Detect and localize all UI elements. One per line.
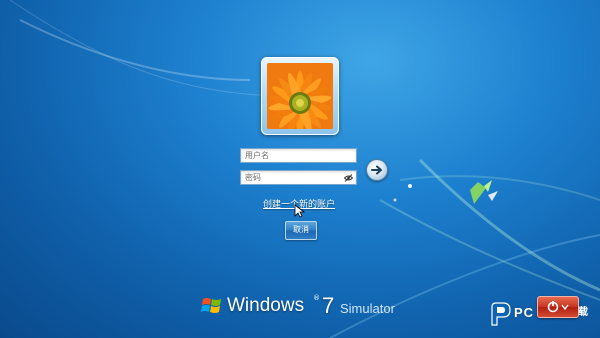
login-screen: 用户名 密码 创建一个新的账户 取消 Windows ® 7 Simulator…: [0, 0, 600, 338]
username-input[interactable]: 用户名: [240, 148, 357, 163]
arrow-right-icon: [371, 165, 382, 175]
cancel-button[interactable]: 取消: [285, 221, 317, 240]
windows-flag-icon: [201, 298, 221, 313]
user-avatar: [261, 57, 339, 135]
brand-suffix: Simulator: [340, 301, 395, 316]
login-panel: 用户名 密码 创建一个新的账户 取消: [0, 0, 600, 338]
submit-button[interactable]: [366, 159, 388, 181]
watermark-overlay-text: 载: [578, 307, 588, 318]
password-placeholder: 密码: [245, 173, 261, 182]
brand-name: Windows: [227, 295, 305, 316]
watermark-text: PC: [514, 305, 535, 320]
pc-logo-icon: [491, 302, 511, 326]
eye-icon[interactable]: [344, 174, 353, 182]
power-icon: [547, 301, 569, 313]
orange-flower-avatar-icon: [267, 63, 333, 129]
mouse-cursor-icon: [294, 204, 306, 218]
password-input[interactable]: 密码: [240, 170, 357, 185]
shutdown-button[interactable]: [537, 296, 579, 318]
brand-registered: ®: [313, 294, 320, 302]
username-placeholder: 用户名: [245, 151, 269, 160]
brand-version: 7: [322, 293, 335, 318]
